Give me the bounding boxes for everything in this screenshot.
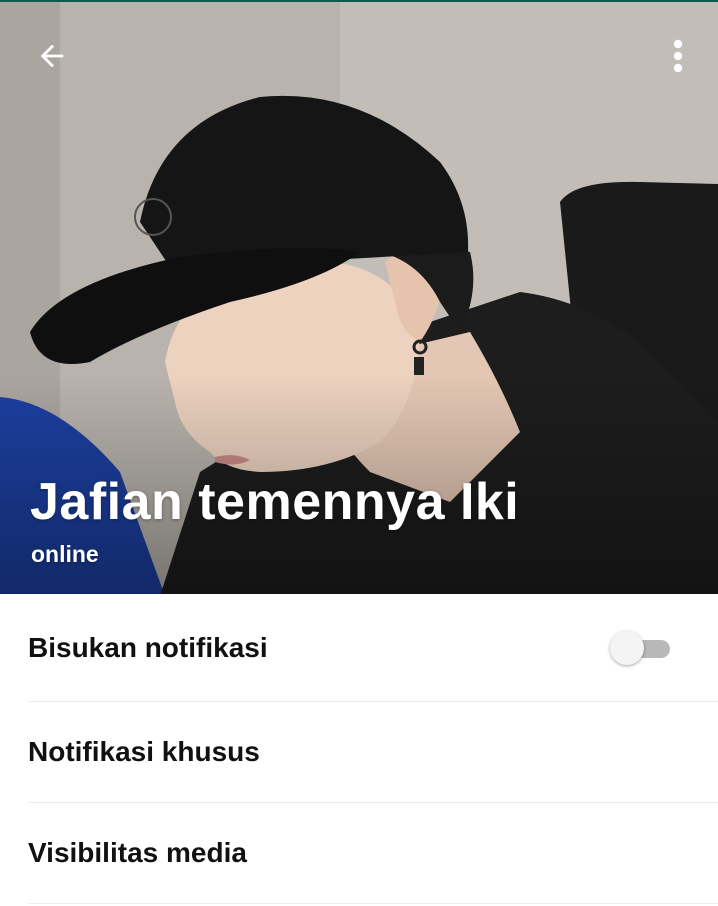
media-visibility-label: Visibilitas media	[28, 837, 247, 868]
more-vert-icon	[673, 39, 683, 73]
arrow-back-icon	[40, 44, 64, 68]
mute-notifications-toggle[interactable]	[610, 630, 672, 665]
toggle-thumb	[610, 630, 644, 665]
custom-notifications-label: Notifikasi khusus	[28, 736, 260, 767]
custom-notifications-row[interactable]: Notifikasi khusus	[28, 702, 718, 803]
settings-list: Bisukan notifikasi Notifikasi khusus Vis…	[0, 594, 718, 904]
back-button[interactable]	[26, 32, 78, 80]
overflow-menu-button[interactable]	[656, 32, 700, 80]
contact-name: Jafian temennya Iki	[30, 473, 520, 531]
profile-header: Jafian temennya Iki online	[0, 0, 718, 594]
mute-notifications-row[interactable]: Bisukan notifikasi	[28, 594, 718, 702]
contact-info-screen: Jafian temennya Iki online Bisukan notif…	[0, 0, 718, 906]
contact-status: online	[31, 541, 99, 567]
media-visibility-row[interactable]: Visibilitas media	[28, 803, 718, 904]
mute-notifications-label: Bisukan notifikasi	[28, 631, 268, 663]
